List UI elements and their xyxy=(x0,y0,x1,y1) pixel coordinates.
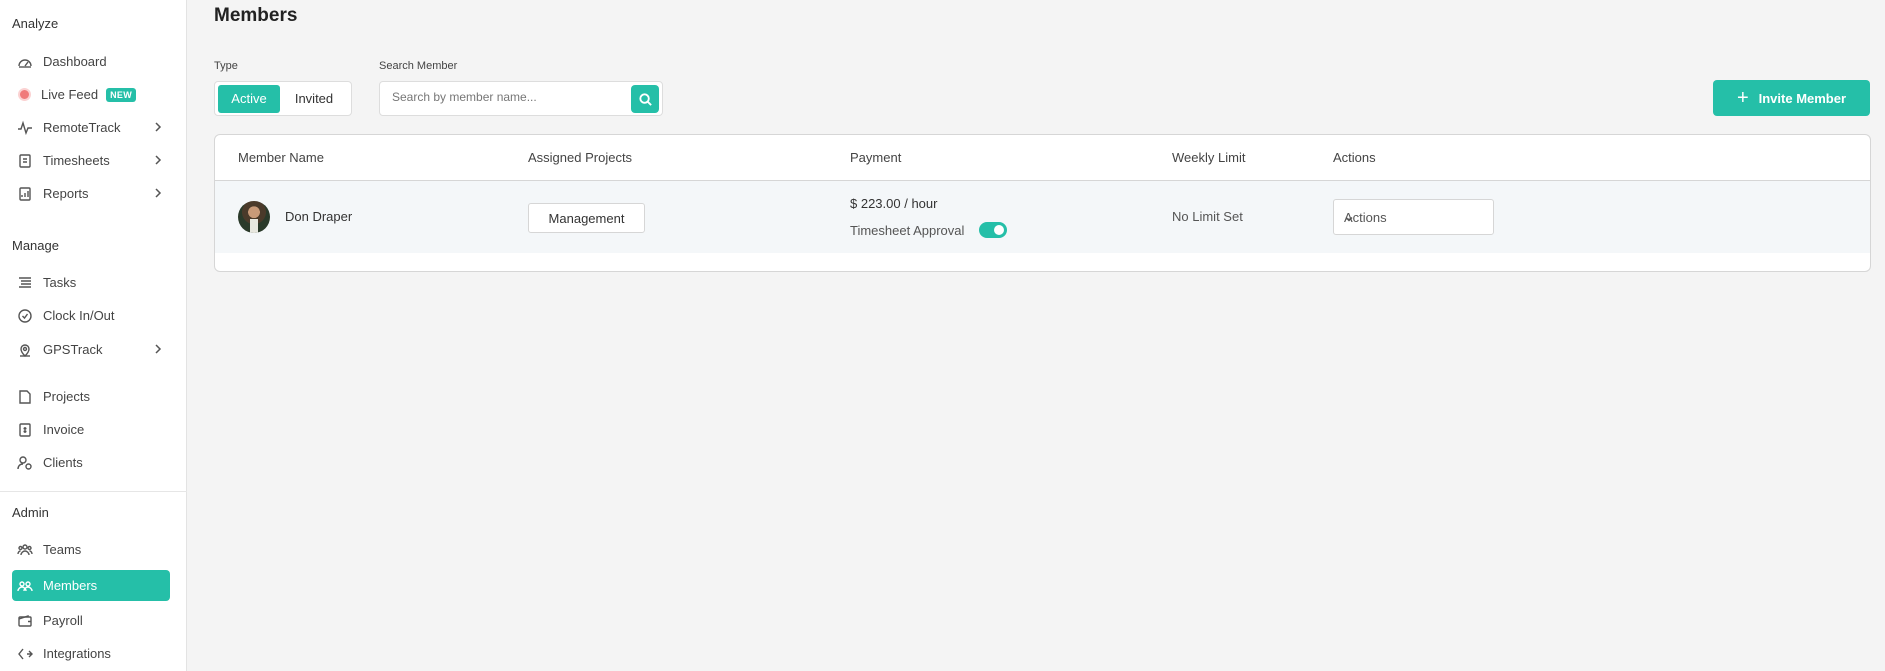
type-toggle: Active Invited xyxy=(214,81,352,116)
column-header-weekly-limit: Weekly Limit xyxy=(1172,150,1246,165)
weekly-limit: No Limit Set xyxy=(1172,209,1243,224)
timesheet-approval-label: Timesheet Approval xyxy=(850,223,965,238)
sidebar-item-clients[interactable]: Clients xyxy=(12,447,170,478)
sidebar-item-label: Timesheets xyxy=(43,153,110,168)
column-header-actions: Actions xyxy=(1333,150,1376,165)
invite-member-label: Invite Member xyxy=(1758,90,1847,106)
search-label: Search Member xyxy=(379,60,458,72)
sidebar-item-invoice[interactable]: Invoice xyxy=(12,414,170,445)
invite-member-button[interactable]: + Invite Member xyxy=(1713,80,1870,116)
sidebar-item-gpstrack[interactable]: GPSTrack xyxy=(12,334,170,365)
chevron-right-icon xyxy=(152,154,164,166)
sidebar-item-remotetrack[interactable]: RemoteTrack xyxy=(12,112,170,143)
payment-rate: $ 223.00 / hour xyxy=(850,196,938,211)
wallet-icon xyxy=(17,613,33,629)
sidebar-item-label: Invoice xyxy=(43,422,85,437)
folder-icon xyxy=(17,389,33,405)
new-badge: NEW xyxy=(106,87,136,102)
sidebar-item-label: Teams xyxy=(43,542,82,557)
sidebar-item-label: Integrations xyxy=(43,646,111,661)
search-input[interactable] xyxy=(392,90,622,104)
list-icon xyxy=(17,275,33,291)
sidebar-item-integrations[interactable]: Integrations xyxy=(12,638,170,669)
section-title-analyze: Analyze xyxy=(12,16,59,31)
sidebar-item-timesheets[interactable]: Timesheets xyxy=(12,145,170,176)
chevron-down-icon xyxy=(1344,212,1354,222)
sidebar-item-label: Reports xyxy=(43,186,89,201)
page-title: Members xyxy=(214,5,298,26)
sidebar-item-label: Dashboard xyxy=(43,54,107,69)
invoice-icon xyxy=(17,422,33,438)
clock-check-icon xyxy=(17,308,33,324)
chevron-right-icon xyxy=(152,121,164,133)
sidebar-item-members[interactable]: Members xyxy=(12,570,170,601)
sidebar-item-label: Live Feed xyxy=(41,87,99,102)
members-icon xyxy=(17,578,33,594)
sidebar-divider xyxy=(0,491,187,492)
sidebar-item-projects[interactable]: Projects xyxy=(12,381,170,412)
type-active-button[interactable]: Active xyxy=(218,84,280,113)
sidebar-item-clock[interactable]: Clock In/Out xyxy=(12,300,170,331)
avatar xyxy=(238,201,270,233)
integrations-icon xyxy=(17,646,33,662)
sidebar-item-label: RemoteTrack xyxy=(43,120,121,135)
table-row: Don Draper Management $ 223.00 / hour Ti… xyxy=(215,181,1870,253)
table-header: Member Name Assigned Projects Payment We… xyxy=(215,135,1870,181)
type-invited-button[interactable]: Invited xyxy=(280,85,348,113)
sidebar-item-label: Clients xyxy=(43,455,83,470)
plus-icon: + xyxy=(1736,87,1749,109)
sidebar-item-tasks[interactable]: Tasks xyxy=(12,267,170,298)
chevron-right-icon xyxy=(152,187,164,199)
sidebar-item-label: Members xyxy=(43,578,98,593)
sidebar-item-live-feed[interactable]: Live Feed NEW xyxy=(12,79,170,110)
team-icon xyxy=(17,542,33,558)
timesheet-approval-toggle[interactable] xyxy=(979,222,1007,238)
search-button[interactable] xyxy=(631,85,659,113)
sidebar-item-reports[interactable]: Reports xyxy=(12,178,170,209)
section-title-manage: Manage xyxy=(12,238,59,253)
sidebar-item-teams[interactable]: Teams xyxy=(12,534,170,565)
pulse-icon xyxy=(17,120,33,136)
chevron-right-icon xyxy=(152,343,164,355)
sidebar-item-label: Clock In/Out xyxy=(43,308,115,323)
gauge-icon xyxy=(17,54,33,70)
sidebar-item-label: Projects xyxy=(43,389,90,404)
column-header-member-name: Member Name xyxy=(238,150,324,165)
member-name: Don Draper xyxy=(285,209,353,224)
sidebar: Analyze Dashboard Live Feed NEW RemoteTr… xyxy=(0,0,187,671)
column-header-payment: Payment xyxy=(850,150,902,165)
sidebar-item-label: Payroll xyxy=(43,613,83,628)
column-header-assigned-projects: Assigned Projects xyxy=(528,150,633,165)
sidebar-item-payroll[interactable]: Payroll xyxy=(12,605,170,636)
search-box xyxy=(379,81,663,116)
report-icon xyxy=(17,186,33,202)
sidebar-item-dashboard[interactable]: Dashboard xyxy=(12,46,170,77)
sidebar-item-label: GPSTrack xyxy=(43,342,103,357)
clipboard-icon xyxy=(17,153,33,169)
section-title-admin: Admin xyxy=(12,505,49,520)
actions-dropdown[interactable]: Actions xyxy=(1333,199,1494,235)
sidebar-item-label: Tasks xyxy=(43,275,77,290)
search-icon xyxy=(638,92,652,106)
project-tag[interactable]: Management xyxy=(528,203,645,233)
type-label: Type xyxy=(214,60,238,72)
map-pin-icon xyxy=(17,342,33,358)
client-icon xyxy=(17,455,33,471)
members-table: Member Name Assigned Projects Payment We… xyxy=(214,134,1871,272)
live-indicator-icon xyxy=(18,88,31,101)
